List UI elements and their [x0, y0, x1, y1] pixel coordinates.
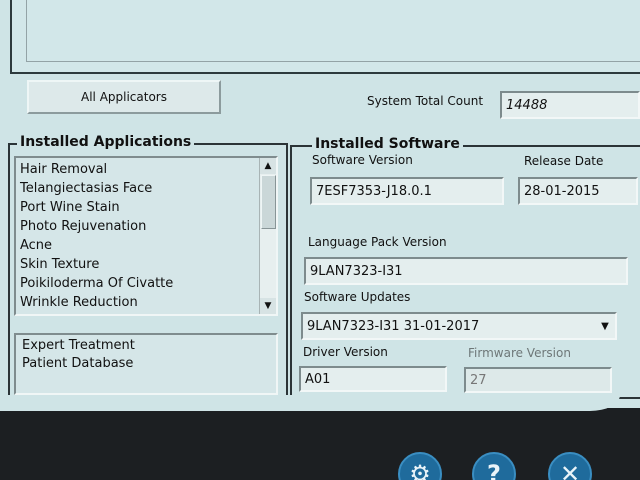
driver-version-label: Driver Version — [303, 345, 388, 359]
list-item[interactable]: Acne — [18, 236, 258, 255]
installed-software-title: Installed Software — [312, 136, 463, 152]
firmware-version-field: 27 — [464, 367, 612, 393]
screen: All Applicators System Total Count 14488… — [0, 0, 640, 480]
list-item[interactable]: Poikiloderma Of Civatte — [18, 274, 258, 293]
firmware-version-label: Firmware Version — [468, 346, 571, 360]
list-item[interactable]: Expert Treatment — [20, 337, 272, 355]
software-version-label: Software Version — [312, 153, 413, 167]
screen-edge — [0, 395, 620, 411]
software-updates-label: Software Updates — [304, 290, 411, 304]
driver-version-field: A01 — [299, 366, 447, 392]
language-pack-label: Language Pack Version — [308, 235, 447, 249]
software-updates-value: 9LAN7323-I31 31-01-2017 — [307, 318, 480, 334]
language-pack-field: 9LAN7323-I31 — [304, 257, 628, 285]
system-total-count-field: 14488 — [500, 91, 640, 119]
list-item[interactable]: Patient Database — [20, 355, 272, 373]
list-item[interactable]: Photo Rejuvenation — [18, 217, 258, 236]
list-item[interactable]: Hair Removal — [18, 160, 258, 179]
list-item[interactable]: Skin Texture — [18, 255, 258, 274]
release-date-label: Release Date — [524, 154, 604, 168]
software-updates-select[interactable]: 9LAN7323-I31 31-01-2017 ▼ — [301, 312, 617, 340]
scroll-thumb[interactable] — [261, 175, 276, 229]
applications-list[interactable]: Hair Removal Telangiectasias Face Port W… — [14, 156, 278, 316]
installed-applications-title: Installed Applications — [17, 134, 195, 150]
scroll-down-icon[interactable]: ▼ — [260, 298, 276, 314]
top-panel — [10, 0, 640, 74]
all-applicators-button[interactable]: All Applicators — [27, 80, 221, 114]
applications-list-items: Hair Removal Telangiectasias Face Port W… — [18, 160, 258, 312]
list-item[interactable]: Telangiectasias Face — [18, 179, 258, 198]
options-list[interactable]: Expert Treatment Patient Database — [14, 333, 278, 395]
list-item[interactable]: Port Wine Stain — [18, 198, 258, 217]
top-panel-inner — [26, 0, 640, 62]
scroll-up-icon[interactable]: ▲ — [260, 158, 276, 174]
list-item[interactable]: Wrinkle Reduction — [18, 293, 258, 312]
software-version-field: 7ESF7353-J18.0.1 — [310, 177, 504, 205]
options-list-items: Expert Treatment Patient Database — [20, 337, 272, 373]
system-total-count-label: System Total Count — [367, 94, 484, 108]
chevron-down-icon[interactable]: ▼ — [597, 316, 613, 336]
applications-scrollbar[interactable]: ▲ ▼ — [259, 158, 276, 314]
release-date-field: 28-01-2015 — [518, 177, 638, 205]
bottom-bezel — [0, 408, 640, 480]
